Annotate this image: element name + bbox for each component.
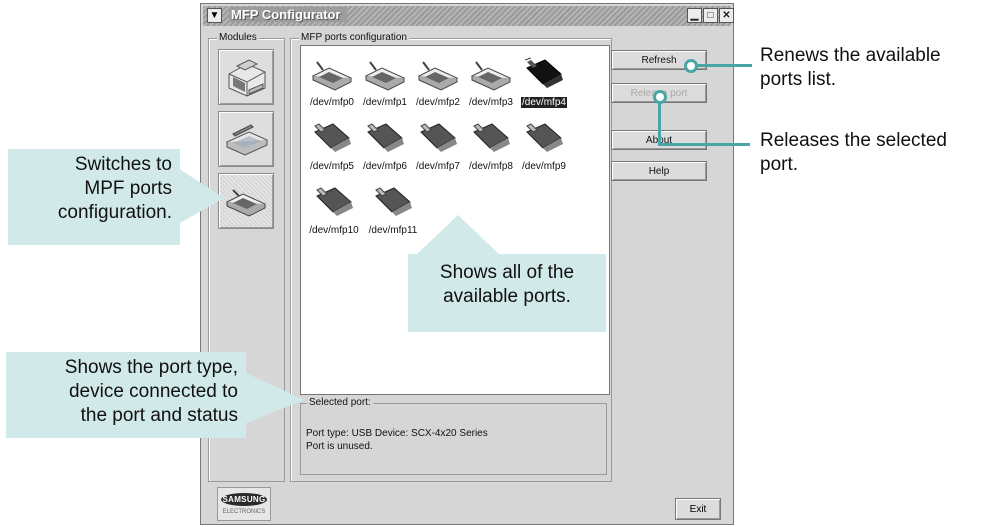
parallel-port-icon	[417, 61, 459, 91]
minimize-button[interactable]: ▁	[687, 8, 702, 23]
port-item[interactable]: /dev/mfp11	[365, 184, 421, 238]
port-label: /dev/mfp7	[416, 161, 460, 172]
port-label: /dev/mfp1	[363, 97, 407, 108]
ports-module-button[interactable]	[218, 173, 274, 229]
port-label: /dev/mfp3	[469, 97, 513, 108]
callout-shows-type-pointer	[244, 372, 304, 424]
refresh-leader-dot	[684, 59, 698, 73]
refresh-leader-line	[696, 64, 752, 67]
port-item[interactable]: /dev/mfp8	[465, 120, 517, 174]
port-status-text: Port is unused.	[306, 441, 373, 452]
usb-port-icon	[314, 123, 351, 152]
port-label: /dev/mfp6	[363, 161, 407, 172]
port-item[interactable]: /dev/mfp7	[412, 120, 464, 174]
port-item[interactable]: /dev/mfp2	[412, 56, 464, 110]
port-item[interactable]: /dev/mfp6	[359, 120, 411, 174]
maximize-button[interactable]: □	[703, 8, 718, 23]
port-label: /dev/mfp11	[368, 225, 418, 236]
scanner-icon	[225, 124, 269, 156]
annotation-renews: Renews the available ports list.	[760, 45, 941, 90]
window-menu-icon[interactable]: ▼	[207, 8, 222, 23]
usb-port-icon	[473, 123, 510, 152]
usb-port-icon	[316, 187, 353, 216]
usb-port-icon	[375, 187, 412, 216]
port-item[interactable]: /dev/mfp10	[306, 184, 362, 238]
port-item[interactable]: /dev/mfp1	[359, 56, 411, 110]
parallel-port-icon	[311, 61, 353, 91]
printer-icon	[228, 59, 266, 97]
release-leader-line-vertical	[658, 98, 661, 146]
callout-ports-pointer	[416, 215, 500, 255]
modules-label: Modules	[217, 32, 259, 43]
help-button[interactable]: Help	[611, 161, 707, 181]
port-label: /dev/mfp0	[310, 97, 354, 108]
port-label: /dev/mfp8	[469, 161, 513, 172]
exit-button[interactable]: Exit	[675, 498, 721, 520]
parallel-port-icon	[470, 61, 512, 91]
callout-shows-type: Shows the port type, device connected to…	[6, 352, 246, 438]
port-label: /dev/mfp2	[416, 97, 460, 108]
selected-port-label: Selected port:	[307, 397, 373, 408]
release-leader-line-horizontal	[658, 143, 750, 146]
usb-port-icon	[524, 57, 563, 88]
callout-shows-ports: Shows all of the available ports.	[408, 254, 606, 332]
printer-module-button[interactable]	[218, 49, 274, 105]
port-label: /dev/mfp4	[520, 96, 568, 109]
usb-port-icon	[526, 123, 563, 152]
port-item-selected[interactable]: /dev/mfp4	[518, 56, 570, 110]
title-bar[interactable]: ▼ MFP Configurator ▁ □ ✕	[203, 6, 734, 26]
port-label: /dev/mfp10	[309, 225, 359, 236]
ports-configuration-label: MFP ports configuration	[299, 32, 409, 43]
annotation-releases: Releases the selected port.	[760, 130, 947, 175]
port-item[interactable]: /dev/mfp5	[306, 120, 358, 174]
usb-port-icon	[367, 123, 404, 152]
port-item[interactable]: /dev/mfp3	[465, 56, 517, 110]
release-leader-dot	[653, 90, 667, 104]
port-item[interactable]: /dev/mfp9	[518, 120, 570, 174]
callout-switches: Switches to MPF ports configuration.	[8, 149, 180, 245]
scanner-module-button[interactable]	[218, 111, 274, 167]
port-icon	[225, 189, 267, 217]
samsung-logo-sub: ELECTRONICS	[222, 509, 266, 515]
window-title: MFP Configurator	[229, 7, 347, 22]
samsung-logo-mark: SAMSUNG	[221, 493, 267, 506]
port-type-text: Port type: USB Device: SCX-4x20 Series	[306, 428, 488, 439]
parallel-port-icon	[364, 61, 406, 91]
port-label: /dev/mfp9	[522, 161, 566, 172]
usb-port-icon	[420, 123, 457, 152]
selected-port-group: Selected port: Port type: USB Device: SC…	[300, 397, 607, 475]
samsung-logo: SAMSUNG ELECTRONICS	[217, 487, 271, 521]
port-label: /dev/mfp5	[310, 161, 354, 172]
callout-switches-pointer	[178, 168, 224, 224]
port-item[interactable]: /dev/mfp0	[306, 56, 358, 110]
close-button[interactable]: ✕	[719, 8, 734, 23]
